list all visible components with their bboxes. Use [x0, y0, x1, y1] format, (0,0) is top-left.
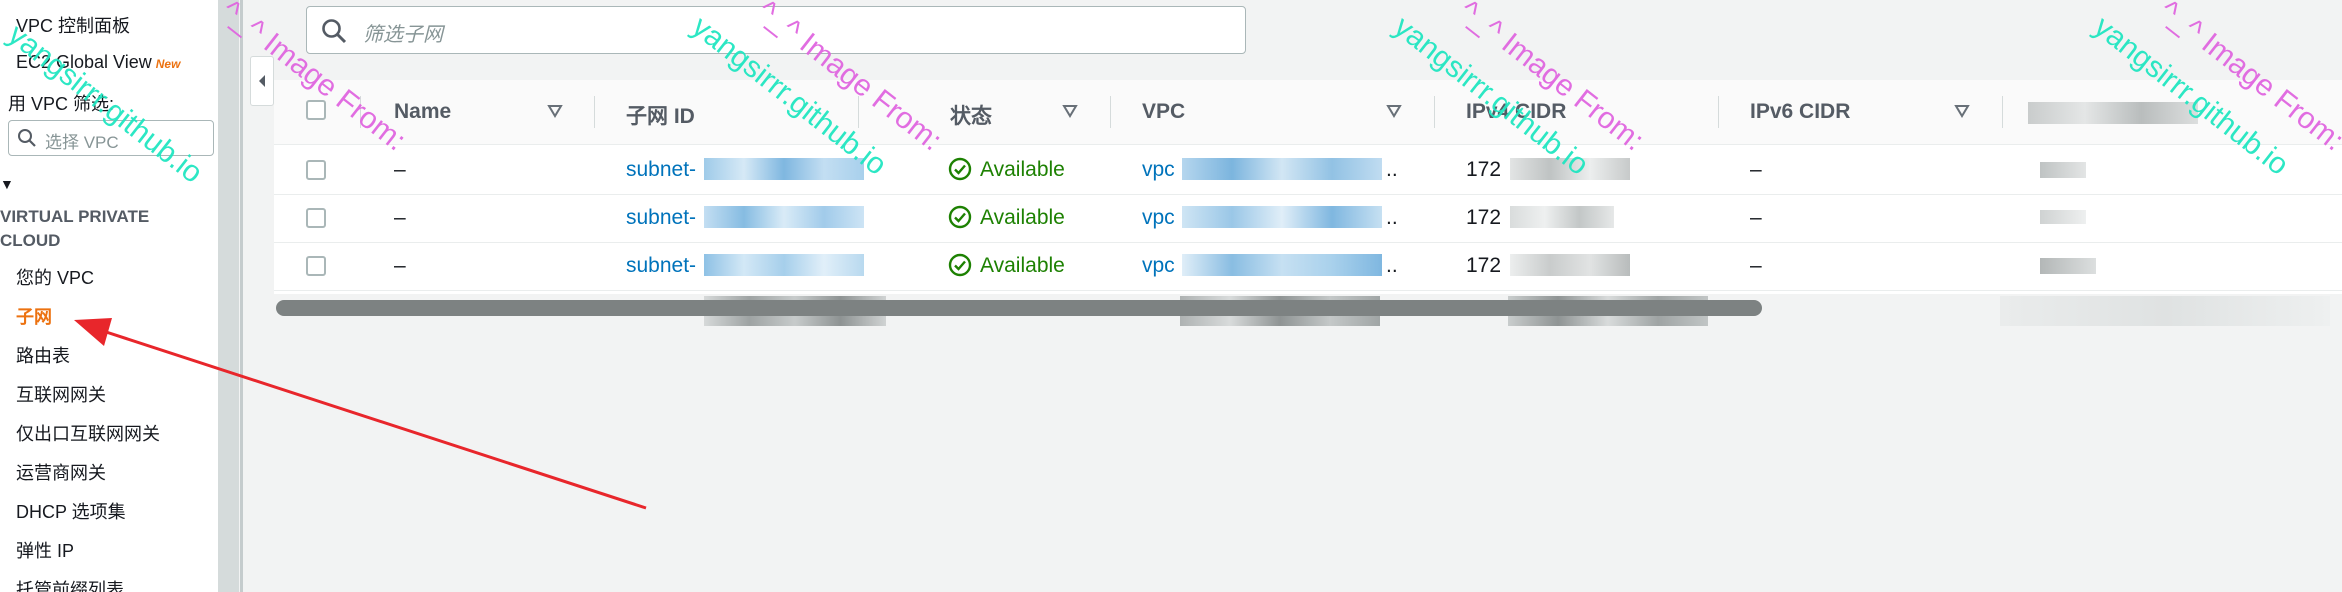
redacted-cell: [2040, 258, 2096, 274]
search-icon: [322, 19, 347, 44]
select-all-checkbox[interactable]: [306, 100, 326, 120]
redacted-area: [2000, 296, 2330, 326]
redacted-subnet-id: [704, 158, 864, 180]
vpc-filter-label: 用 VPC 筛选:: [8, 94, 115, 114]
new-badge: New: [155, 57, 181, 71]
truncation-ellipsis: ..: [1386, 206, 1398, 229]
sidebar-item-vpc-dashboard[interactable]: VPC 控制面板: [16, 12, 130, 38]
subnet-id-link[interactable]: subnet-: [626, 206, 696, 230]
sort-icon[interactable]: [1386, 104, 1402, 118]
sidebar-item-your-vpcs[interactable]: 您的 VPC: [16, 264, 94, 290]
subnet-search-input[interactable]: 筛选子网: [306, 6, 1246, 54]
vpc-link[interactable]: vpc: [1142, 254, 1175, 278]
cell-ipv6-cidr: –: [1750, 254, 1762, 277]
table-row[interactable]: – subnet- Available vpc .. 172 –: [274, 194, 2342, 243]
redacted-ipv4: [1510, 206, 1614, 228]
column-header-name[interactable]: Name: [394, 100, 451, 124]
redacted-column-header: [2028, 102, 2198, 124]
column-separator: [1434, 96, 1435, 128]
redacted-ipv4: [1510, 158, 1630, 180]
section-title: VIRTUAL PRIVATE CLOUD: [0, 207, 150, 250]
cell-name: –: [394, 206, 406, 229]
subnets-table: Name 子网 ID 状态 VPC IPv4 CIDR IPv6 CIDR – …: [274, 80, 2342, 294]
chevron-left-icon: [259, 75, 265, 87]
truncation-ellipsis: ..: [1386, 254, 1398, 277]
redacted-vpc-id: [1182, 254, 1382, 276]
cell-ipv4-cidr: 172: [1466, 158, 1502, 181]
subnet-id-link[interactable]: subnet-: [626, 158, 696, 182]
column-header-ipv4-cidr[interactable]: IPv4 CIDR: [1466, 100, 1566, 124]
column-separator: [360, 96, 361, 128]
table-header: Name 子网 ID 状态 VPC IPv4 CIDR IPv6 CIDR: [274, 80, 2342, 145]
vpc-link[interactable]: vpc: [1142, 206, 1175, 230]
status-text: Available: [980, 206, 1065, 229]
row-checkbox[interactable]: [306, 208, 326, 228]
column-separator: [858, 96, 859, 128]
cell-ipv6-cidr: –: [1750, 206, 1762, 229]
row-checkbox[interactable]: [306, 256, 326, 276]
cell-ipv4-cidr: 172: [1466, 206, 1502, 229]
horizontal-scrollbar[interactable]: [276, 300, 1762, 316]
divider: [240, 0, 243, 592]
redacted-cell: [2040, 162, 2086, 178]
column-separator: [1110, 96, 1111, 128]
redacted-subnet-id: [704, 254, 864, 276]
table-row[interactable]: – subnet- Available vpc .. 172 –: [274, 242, 2342, 291]
column-separator: [594, 96, 595, 128]
cell-name: –: [394, 254, 406, 277]
cell-ipv4-cidr: 172: [1466, 254, 1502, 277]
sort-icon[interactable]: [1954, 104, 1970, 118]
column-separator: [2002, 96, 2003, 128]
sidebar-item-subnets[interactable]: 子网: [16, 303, 52, 329]
sidebar-navigation: VPC 控制面板 EC2 Global View New 用 VPC 筛选: 选择…: [0, 0, 219, 592]
vpc-filter-select[interactable]: 选择 VPC: [8, 120, 214, 156]
check-circle-icon: [948, 157, 972, 181]
sidebar-item-ec2-global-view[interactable]: EC2 Global View New: [16, 52, 180, 73]
column-header-ipv6-cidr[interactable]: IPv6 CIDR: [1750, 100, 1850, 124]
sidebar-item-carrier-gateways[interactable]: 运营商网关: [16, 459, 106, 485]
column-separator: [1718, 96, 1719, 128]
subnet-id-link[interactable]: subnet-: [626, 254, 696, 278]
sort-icon[interactable]: [547, 104, 563, 118]
sidebar-item-internet-gateways[interactable]: 互联网网关: [16, 381, 106, 407]
sidebar-item-dhcp-options[interactable]: DHCP 选项集: [16, 498, 126, 524]
sidebar-gutter: [219, 0, 239, 592]
cell-name: –: [394, 158, 406, 181]
sidebar-item-label: EC2 Global View: [16, 52, 152, 72]
column-header-vpc[interactable]: VPC: [1142, 100, 1185, 124]
sidebar-item-route-tables[interactable]: 路由表: [16, 342, 70, 368]
redacted-subnet-id: [704, 206, 864, 228]
collapse-sidebar-button[interactable]: [250, 56, 274, 106]
redacted-vpc-id: [1182, 206, 1382, 228]
redacted-ipv4: [1510, 254, 1630, 276]
check-circle-icon: [948, 253, 972, 277]
redacted-cell: [2040, 210, 2086, 224]
sidebar-item-egress-only-gateways[interactable]: 仅出口互联网网关: [16, 420, 160, 446]
caret-down-icon[interactable]: ▼: [0, 176, 14, 192]
search-icon: [18, 129, 36, 147]
table-row[interactable]: – subnet- Available vpc .. 172 –: [274, 146, 2342, 195]
column-header-status[interactable]: 状态: [950, 100, 992, 130]
row-checkbox[interactable]: [306, 160, 326, 180]
vpc-filter-placeholder: 选择 VPC: [45, 133, 119, 152]
column-header-subnet-id[interactable]: 子网 ID: [626, 100, 695, 130]
truncation-ellipsis: ..: [1386, 158, 1398, 181]
check-circle-icon: [948, 205, 972, 229]
status-text: Available: [980, 158, 1065, 181]
search-placeholder: 筛选子网: [363, 24, 443, 46]
sidebar-item-elastic-ip[interactable]: 弹性 IP: [16, 537, 74, 563]
redacted-vpc-id: [1182, 158, 1382, 180]
status-text: Available: [980, 254, 1065, 277]
cell-ipv6-cidr: –: [1750, 158, 1762, 181]
vpc-link[interactable]: vpc: [1142, 158, 1175, 182]
sort-icon[interactable]: [1062, 104, 1078, 118]
sidebar-item-managed-prefix-lists[interactable]: 托管前缀列表: [16, 576, 124, 592]
